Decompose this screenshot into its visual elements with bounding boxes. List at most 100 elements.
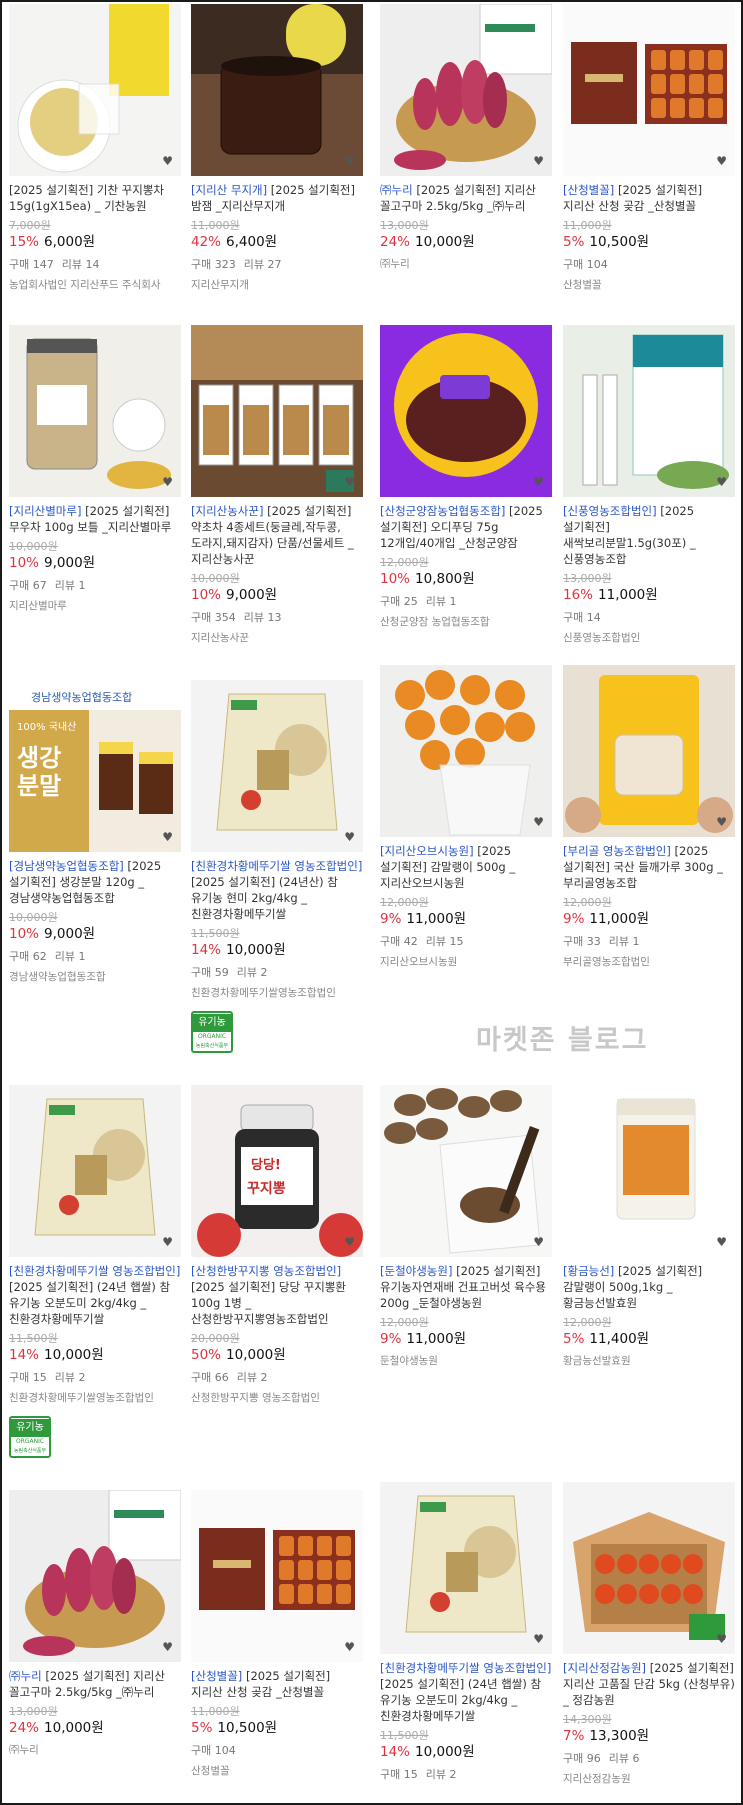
product-card[interactable]: ♥ [산청별꼴] [2025 설기획전] 지리산 산청 곶감 _산청별꼴 11,… <box>191 1490 363 1779</box>
heart-icon[interactable]: ♥ <box>162 1640 173 1654</box>
product-title[interactable]: [지리산농사꾼] [2025 설기획전] 약초차 4종세트(둥글레,작두콩,도라… <box>191 503 363 567</box>
product-image[interactable]: 경남생약농업협동조합 100% 국내산 생강 분말 ♥ <box>9 680 181 852</box>
store-name[interactable]: [지리산별마루] <box>9 504 81 518</box>
heart-icon[interactable]: ♥ <box>344 1235 355 1249</box>
seller-name[interactable]: 신풍영농조합법인 <box>563 631 735 646</box>
product-image[interactable]: ♥ <box>380 4 552 176</box>
product-image[interactable]: ♥ <box>563 325 735 497</box>
product-title[interactable]: [황금능선] [2025 설기획전] 감말랭이 500g,1kg _황금능선발효… <box>563 1263 735 1311</box>
product-card[interactable]: ♥ [지리산정감농원] [2025 설기획전] 지리산 고품질 단감 5kg (… <box>563 1482 735 1787</box>
seller-name[interactable]: 지리산정감농원 <box>563 1772 735 1787</box>
seller-name[interactable]: 친환경차황메뚜기쌀영농조합법인 <box>191 986 363 1001</box>
product-card[interactable]: ♥ [지리산 무지개] [2025 설기획전] 밤잼 _지리산무지개 11,00… <box>191 4 363 293</box>
product-card[interactable]: 경남생약농업협동조합 100% 국내산 생강 분말 ♥ [경남생약농업협동조합] [2… <box>9 680 181 985</box>
product-card[interactable]: ♥ [친환경차황메뚜기쌀 영농조합법인] [2025 설기획전] (24년산) … <box>191 680 363 1053</box>
seller-name[interactable]: 지리산농사꾼 <box>191 631 363 646</box>
heart-icon[interactable]: ♥ <box>533 1235 544 1249</box>
product-card[interactable]: ♥ [황금능선] [2025 설기획전] 감말랭이 500g,1kg _황금능선… <box>563 1085 735 1369</box>
seller-name[interactable]: 부리골영농조합법인 <box>563 955 735 970</box>
seller-name[interactable]: 경남생약농업협동조합 <box>9 970 181 985</box>
product-image[interactable]: ♥ <box>9 325 181 497</box>
store-name[interactable]: [산청한방꾸지뽕 영농조합법인] <box>191 1264 341 1278</box>
product-image[interactable]: ♥ <box>191 4 363 176</box>
product-card[interactable]: ♥ [친환경차황메뚜기쌀 영농조합법인] [2025 설기획전] (24년 햅쌀… <box>9 1085 181 1458</box>
product-title[interactable]: [둔철야생농원] [2025 설기획전] 유기농자연재배 건표고버섯 육수용 2… <box>380 1263 552 1311</box>
heart-icon[interactable]: ♥ <box>716 1235 727 1249</box>
seller-name[interactable]: 지리산오브시농원 <box>380 955 552 970</box>
heart-icon[interactable]: ♥ <box>533 1632 544 1646</box>
product-title[interactable]: [지리산 무지개] [2025 설기획전] 밤잼 _지리산무지개 <box>191 182 363 214</box>
product-image[interactable]: ♥ <box>9 1490 181 1662</box>
product-title[interactable]: [2025 설기획전] 기찬 꾸지뽕차 15g(1gX15ea) _ 기찬농원 <box>9 182 181 214</box>
product-image[interactable]: ♥ <box>563 1085 735 1257</box>
store-name[interactable]: [경남생약농업협동조합] <box>9 859 124 873</box>
product-title[interactable]: [산청한방꾸지뽕 영농조합법인] [2025 설기획전] 당당 꾸지뽕환 100… <box>191 1263 363 1327</box>
seller-name[interactable]: ㈜누리 <box>9 1743 181 1758</box>
product-card[interactable]: 당당! 꾸지뽕 ♥ [산청한방꾸지뽕 영농조합법인] [2025 설기획전] 당당… <box>191 1085 363 1406</box>
product-card[interactable]: ♥ ㈜누리 [2025 설기획전] 지리산 꼴고구마 2.5kg/5kg _㈜누… <box>9 1490 181 1758</box>
store-name[interactable]: [친환경차황메뚜기쌀 영농조합법인] <box>9 1264 180 1278</box>
product-title[interactable]: [산청군양잠농업협동조합] [2025 설기획전] 오디푸딩 75g 12개입/… <box>380 503 552 551</box>
heart-icon[interactable]: ♥ <box>344 154 355 168</box>
seller-name[interactable]: 산청한방꾸지뽕 영농조합법인 <box>191 1391 363 1406</box>
seller-name[interactable]: 황금능선발효원 <box>563 1354 735 1369</box>
product-card[interactable]: ♥ [신풍영농조합법인] [2025 설기획전] 새싹보리분말1.5g(30포)… <box>563 325 735 646</box>
product-image[interactable]: ♥ <box>380 665 552 837</box>
product-image[interactable]: ♥ <box>380 325 552 497</box>
product-card[interactable]: ♥ [친환경차황메뚜기쌀 영농조합법인] [2025 설기획전] (24년 햅쌀… <box>380 1482 552 1783</box>
product-image[interactable]: ♥ <box>380 1482 552 1654</box>
store-name[interactable]: [부리골 영농조합법인] <box>563 844 671 858</box>
product-title[interactable]: ㈜누리 [2025 설기획전] 지리산 꼴고구마 2.5kg/5kg _㈜누리 <box>9 1668 181 1700</box>
store-name[interactable]: [지리산농사꾼] <box>191 504 263 518</box>
product-title[interactable]: [친환경차황메뚜기쌀 영농조합법인] [2025 설기획전] (24년산) 참 … <box>191 858 363 922</box>
product-image[interactable]: ♥ <box>380 1085 552 1257</box>
seller-name[interactable]: 지리산별마루 <box>9 599 181 614</box>
heart-icon[interactable]: ♥ <box>162 154 173 168</box>
product-card[interactable]: ♥ [산청별꼴] [2025 설기획전] 지리산 산청 곶감 _산청별꼴 11,… <box>563 4 735 293</box>
store-name[interactable]: [산청군양잠농업협동조합] <box>380 504 505 518</box>
product-title[interactable]: [친환경차황메뚜기쌀 영농조합법인] [2025 설기획전] (24년 햅쌀) … <box>9 1263 181 1327</box>
product-image[interactable]: ♥ <box>9 4 181 176</box>
product-title[interactable]: [산청별꼴] [2025 설기획전] 지리산 산청 곶감 _산청별꼴 <box>563 182 735 214</box>
heart-icon[interactable]: ♥ <box>716 475 727 489</box>
product-title[interactable]: [친환경차황메뚜기쌀 영농조합법인] [2025 설기획전] (24년 햅쌀) … <box>380 1660 552 1724</box>
seller-name[interactable]: 둔철야생농원 <box>380 1354 552 1369</box>
seller-name[interactable]: 산청군양잠 농업협동조합 <box>380 615 552 630</box>
heart-icon[interactable]: ♥ <box>716 1632 727 1646</box>
heart-icon[interactable]: ♥ <box>344 1640 355 1654</box>
seller-name[interactable]: 친환경차황메뚜기쌀영농조합법인 <box>9 1391 181 1406</box>
product-image[interactable]: ♥ <box>563 4 735 176</box>
heart-icon[interactable]: ♥ <box>533 815 544 829</box>
product-image[interactable]: ♥ <box>191 1490 363 1662</box>
seller-name[interactable]: 농업회사법인 지리산푸드 주식회사 <box>9 278 181 293</box>
seller-name[interactable]: 산청별꼴 <box>563 278 735 293</box>
seller-name[interactable]: ㈜누리 <box>380 257 552 272</box>
product-image[interactable]: ♥ <box>9 1085 181 1257</box>
store-name[interactable]: ㈜누리 <box>9 1669 42 1683</box>
product-card[interactable]: ♥ [산청군양잠농업협동조합] [2025 설기획전] 오디푸딩 75g 12개… <box>380 325 552 630</box>
heart-icon[interactable]: ♥ <box>344 475 355 489</box>
product-image[interactable]: ♥ <box>191 325 363 497</box>
product-title[interactable]: [지리산오브시농원] [2025 설기획전] 감말랭이 500g _지리산오브시… <box>380 843 552 891</box>
store-name[interactable]: [산청별꼴] <box>563 183 614 197</box>
store-name[interactable]: [친환경차황메뚜기쌀 영농조합법인] <box>380 1661 551 1675</box>
seller-name[interactable]: 지리산무지개 <box>191 278 363 293</box>
product-card[interactable]: ♥ [지리산농사꾼] [2025 설기획전] 약초차 4종세트(둥글레,작두콩,… <box>191 325 363 646</box>
product-title[interactable]: [지리산정감농원] [2025 설기획전] 지리산 고품질 단감 5kg (산청… <box>563 1660 735 1708</box>
heart-icon[interactable]: ♥ <box>533 154 544 168</box>
product-title[interactable]: [지리산별마루] [2025 설기획전] 무우차 100g 보틀 _지리산별마루 <box>9 503 181 535</box>
product-image[interactable]: ♥ <box>563 1482 735 1654</box>
heart-icon[interactable]: ♥ <box>162 475 173 489</box>
product-card[interactable]: ♥ [부리골 영농조합법인] [2025 설기획전] 국산 들깨가루 300g … <box>563 665 735 970</box>
product-title[interactable]: [산청별꼴] [2025 설기획전] 지리산 산청 곶감 _산청별꼴 <box>191 1668 363 1700</box>
store-name[interactable]: [산청별꼴] <box>191 1669 242 1683</box>
heart-icon[interactable]: ♥ <box>344 830 355 844</box>
heart-icon[interactable]: ♥ <box>162 1235 173 1249</box>
store-name[interactable]: [친환경차황메뚜기쌀 영농조합법인] <box>191 859 362 873</box>
product-card[interactable]: ♥ [지리산오브시농원] [2025 설기획전] 감말랭이 500g _지리산오… <box>380 665 552 970</box>
product-title[interactable]: [부리골 영농조합법인] [2025 설기획전] 국산 들깨가루 300g _부… <box>563 843 735 891</box>
product-image[interactable]: ♥ <box>563 665 735 837</box>
store-name[interactable]: ㈜누리 <box>380 183 413 197</box>
product-card[interactable]: ♥ [지리산별마루] [2025 설기획전] 무우차 100g 보틀 _지리산별… <box>9 325 181 614</box>
product-card[interactable]: ♥ ㈜누리 [2025 설기획전] 지리산 꼴고구마 2.5kg/5kg _㈜누… <box>380 4 552 272</box>
